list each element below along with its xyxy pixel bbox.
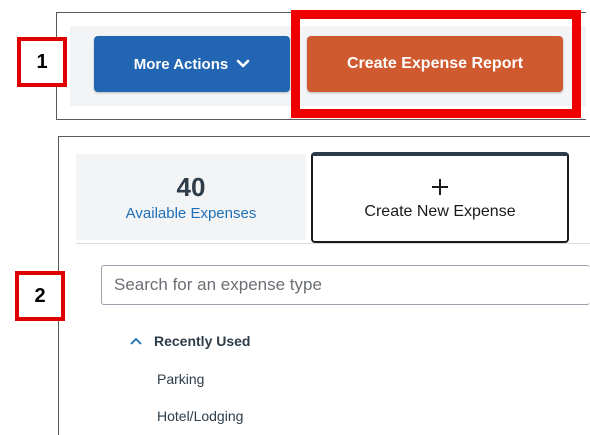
step-1-label: 1 xyxy=(36,50,48,73)
highlight-box xyxy=(291,10,581,118)
expense-type-item-hotel-lodging[interactable]: Hotel/Lodging xyxy=(157,408,243,424)
tab-available-expenses[interactable]: 40 Available Expenses xyxy=(76,154,306,240)
step-1-badge: 1 xyxy=(17,37,67,87)
expense-type-search-input[interactable] xyxy=(101,265,590,305)
create-new-expense-label: Create New Expense xyxy=(364,202,516,220)
chevron-up-icon xyxy=(130,338,142,345)
tabs-divider xyxy=(76,243,590,244)
expense-type-item-parking[interactable]: Parking xyxy=(157,371,204,387)
tab-create-new-expense[interactable]: Create New Expense xyxy=(311,152,569,243)
recently-used-header[interactable]: Recently Used xyxy=(130,330,250,352)
recently-used-title: Recently Used xyxy=(154,333,251,349)
available-expenses-label: Available Expenses xyxy=(125,204,257,222)
chevron-down-icon xyxy=(236,59,250,68)
more-actions-label: More Actions xyxy=(133,55,229,73)
step-2-badge: 2 xyxy=(15,271,65,321)
step-2-label: 2 xyxy=(34,284,46,307)
available-expenses-count: 40 xyxy=(176,171,206,202)
plus-icon xyxy=(432,178,448,195)
more-actions-button[interactable]: More Actions xyxy=(94,36,290,92)
